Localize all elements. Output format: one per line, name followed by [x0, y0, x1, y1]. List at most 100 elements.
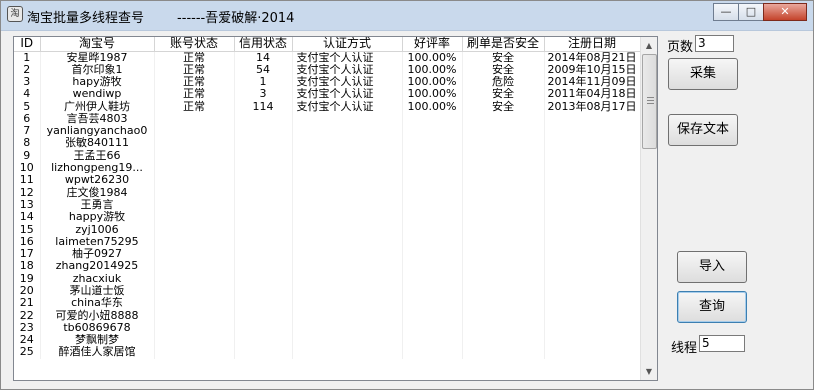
- column-header-credit-status[interactable]: 信用状态: [234, 37, 293, 52]
- cell-id: 1: [14, 51, 41, 64]
- table-row[interactable]: 21 china华东: [14, 297, 641, 310]
- table-row[interactable]: 14 happy游牧: [14, 211, 641, 224]
- cell-positive-rate: 100.00%: [402, 88, 463, 101]
- cell-taobao-id: yanliangyanchao0: [40, 124, 155, 138]
- table-row[interactable]: 13 王勇言: [14, 198, 641, 212]
- table-row[interactable]: 23 tb60869678: [14, 321, 641, 335]
- cell-taobao-id: 醉酒佳人家居馆: [40, 346, 155, 359]
- cell-positive-rate: [402, 124, 463, 138]
- cell-verification: [292, 247, 403, 261]
- cell-safety: 危险: [462, 75, 545, 89]
- cell-register-date: [544, 235, 641, 248]
- column-header-positive-rate[interactable]: 好评率: [402, 37, 463, 52]
- cell-verification: 支付宝个人认证: [292, 51, 403, 64]
- table-row[interactable]: 19 zhacxiuk: [14, 272, 641, 285]
- cell-id: 5: [14, 100, 41, 113]
- cell-safety: [462, 346, 545, 359]
- cell-verification: [292, 223, 403, 236]
- table-row[interactable]: 1 安星晔1987 正常 14 支付宝个人认证 100.00% 安全 2014年08月21日: [14, 51, 641, 64]
- query-button[interactable]: 查询: [677, 291, 747, 323]
- cell-verification: [292, 334, 403, 347]
- cell-verification: [292, 149, 403, 162]
- table-row[interactable]: 15 zyj1006: [14, 223, 641, 236]
- table-row[interactable]: 4 wendiwp 正常 3 支付宝个人认证 100.00% 安全 2011年04月18日: [14, 88, 641, 101]
- cell-safety: [462, 161, 545, 175]
- maximize-button[interactable]: □: [738, 3, 764, 21]
- cell-account-status: [154, 174, 235, 187]
- table-row[interactable]: 5 广州伊人鞋坊 正常 114 支付宝个人认证 100.00% 安全 2013年08月17日: [14, 100, 641, 113]
- cell-verification: [292, 272, 403, 285]
- cell-positive-rate: [402, 223, 463, 236]
- table-row[interactable]: 2 首尔印象1 正常 54 支付宝个人认证 100.00% 安全 2009年10月15日: [14, 63, 641, 76]
- column-header-account-status[interactable]: 账号状态: [154, 37, 235, 52]
- scroll-down-arrow-icon[interactable]: ▼: [641, 363, 657, 380]
- cell-safety: [462, 211, 545, 224]
- table-row[interactable]: 8 张敏840111: [14, 137, 641, 150]
- cell-register-date: [544, 149, 641, 162]
- cell-id: 11: [14, 174, 41, 187]
- column-header-safety[interactable]: 刷单是否安全: [462, 37, 545, 52]
- cell-credit-status: [234, 223, 293, 236]
- cell-credit-status: [234, 137, 293, 150]
- cell-register-date: 2014年11月09日: [544, 75, 641, 89]
- cell-safety: [462, 309, 545, 322]
- app-icon: 淘: [7, 6, 23, 22]
- collect-button[interactable]: 采集: [668, 58, 738, 90]
- pages-label: 页数: [667, 40, 694, 55]
- cell-account-status: [154, 137, 235, 150]
- cell-positive-rate: [402, 346, 463, 359]
- cell-positive-rate: 100.00%: [402, 51, 463, 64]
- cell-register-date: [544, 260, 641, 273]
- cell-account-status: 正常: [154, 75, 235, 89]
- title-bar[interactable]: 淘 淘宝批量多线程查号 ------吾爱破解·2014 — □ ✕: [1, 1, 813, 31]
- cell-taobao-id: 王孟王66: [40, 149, 155, 162]
- save-text-button[interactable]: 保存文本: [668, 114, 738, 146]
- column-header-id[interactable]: ID: [14, 37, 41, 52]
- table-row[interactable]: 17 柚子0927: [14, 247, 641, 261]
- table-row[interactable]: 16 laimeten75295: [14, 235, 641, 248]
- table-row[interactable]: 25 醉酒佳人家居馆: [14, 346, 641, 359]
- table-row[interactable]: 9 王孟王66: [14, 149, 641, 162]
- table-row[interactable]: 12 庄文俊1984: [14, 186, 641, 199]
- cell-credit-status: [234, 284, 293, 298]
- table-row[interactable]: 18 zhang2014925: [14, 260, 641, 273]
- close-button[interactable]: ✕: [763, 3, 807, 21]
- cell-positive-rate: [402, 235, 463, 248]
- cell-register-date: 2013年08月17日: [544, 100, 641, 113]
- import-button[interactable]: 导入: [677, 251, 747, 283]
- table-row[interactable]: 20 茅山道士饭: [14, 284, 641, 298]
- cell-positive-rate: [402, 149, 463, 162]
- vertical-scrollbar[interactable]: ▲ ▼: [640, 37, 657, 380]
- cell-verification: 支付宝个人认证: [292, 100, 403, 113]
- cell-taobao-id: 庄文俊1984: [40, 186, 155, 199]
- scroll-up-arrow-icon[interactable]: ▲: [641, 37, 657, 54]
- cell-verification: [292, 186, 403, 199]
- table-row[interactable]: 10 lizhongpeng19...: [14, 161, 641, 175]
- cell-account-status: 正常: [154, 100, 235, 113]
- cell-safety: [462, 124, 545, 138]
- threads-input[interactable]: 5: [699, 335, 745, 352]
- cell-id: 6: [14, 112, 41, 125]
- minimize-button[interactable]: —: [713, 3, 739, 21]
- cell-id: 22: [14, 309, 41, 322]
- table-row[interactable]: 24 梦飘制梦: [14, 334, 641, 347]
- cell-account-status: [154, 149, 235, 162]
- column-header-register-date[interactable]: 注册日期: [544, 37, 641, 52]
- scroll-thumb[interactable]: [642, 54, 657, 149]
- cell-id: 18: [14, 260, 41, 273]
- table-row[interactable]: 6 言吾芸4803: [14, 112, 641, 125]
- cell-id: 13: [14, 198, 41, 212]
- table-row[interactable]: 7 yanliangyanchao0: [14, 124, 641, 138]
- cell-safety: [462, 235, 545, 248]
- cell-id: 23: [14, 321, 41, 335]
- column-header-verification[interactable]: 认证方式: [292, 37, 403, 52]
- table-row[interactable]: 3 hapy游牧 正常 1 支付宝个人认证 100.00% 危险 2014年11月09日: [14, 75, 641, 89]
- pages-input[interactable]: 3: [695, 35, 734, 52]
- column-header-taobao-id[interactable]: 淘宝号: [40, 37, 155, 52]
- cell-positive-rate: [402, 334, 463, 347]
- account-list[interactable]: ID 淘宝号 账号状态 信用状态 认证方式 好评率 刷单是否安全 注册日期 1安…: [13, 36, 658, 381]
- cell-safety: [462, 137, 545, 150]
- table-row[interactable]: 22 可爱的小妞8888: [14, 309, 641, 322]
- table-row[interactable]: 11 wpwt26230: [14, 174, 641, 187]
- cell-register-date: [544, 309, 641, 322]
